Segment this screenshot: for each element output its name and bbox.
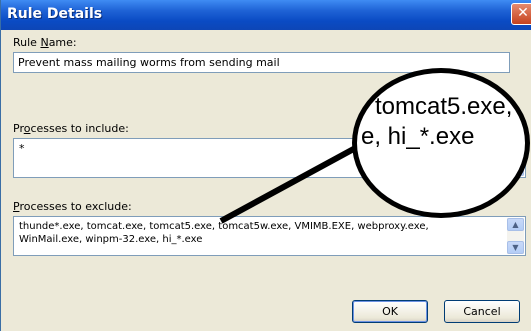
scroll-down-icon[interactable]: ▼ xyxy=(507,241,524,254)
exclude-scrollbar[interactable]: ▲ ▼ xyxy=(507,218,524,254)
title-bar[interactable]: Rule Details ✕ xyxy=(1,0,531,30)
close-icon: ✕ xyxy=(517,5,529,21)
rule-name-label: Rule Name: xyxy=(13,36,77,49)
exclude-line-2: WinMail.exe, winpm-32.exe, hi_*.exe xyxy=(19,234,203,245)
exclude-line-1: thunde*.exe, tomcat.exe, tomcat5.exe, to… xyxy=(19,221,429,232)
include-label: Processes to include: xyxy=(13,122,129,135)
exclude-label: Processes to exclude: xyxy=(13,200,132,213)
zoom-text-line-2: e, hi_*.exe xyxy=(361,123,475,150)
close-button[interactable]: ✕ xyxy=(511,3,531,25)
ok-button[interactable]: OK xyxy=(352,300,428,323)
exclude-field[interactable]: thunde*.exe, tomcat.exe, tomcat5.exe, to… xyxy=(13,216,526,256)
zoom-text-line-1: tomcat5.exe, xyxy=(375,93,513,120)
rule-details-dialog: Rule Details ✕ Rule Name: Prevent mass m… xyxy=(0,0,531,331)
include-value: * xyxy=(19,142,25,155)
scroll-up-icon[interactable]: ▲ xyxy=(507,218,524,231)
zoom-callout-magnifier: tomcat5.exe, e, hi_*.exe xyxy=(352,68,530,218)
dialog-title: Rule Details xyxy=(7,6,103,22)
cancel-button[interactable]: Cancel xyxy=(444,300,520,323)
rule-name-value: Prevent mass mailing worms from sending … xyxy=(18,56,280,69)
